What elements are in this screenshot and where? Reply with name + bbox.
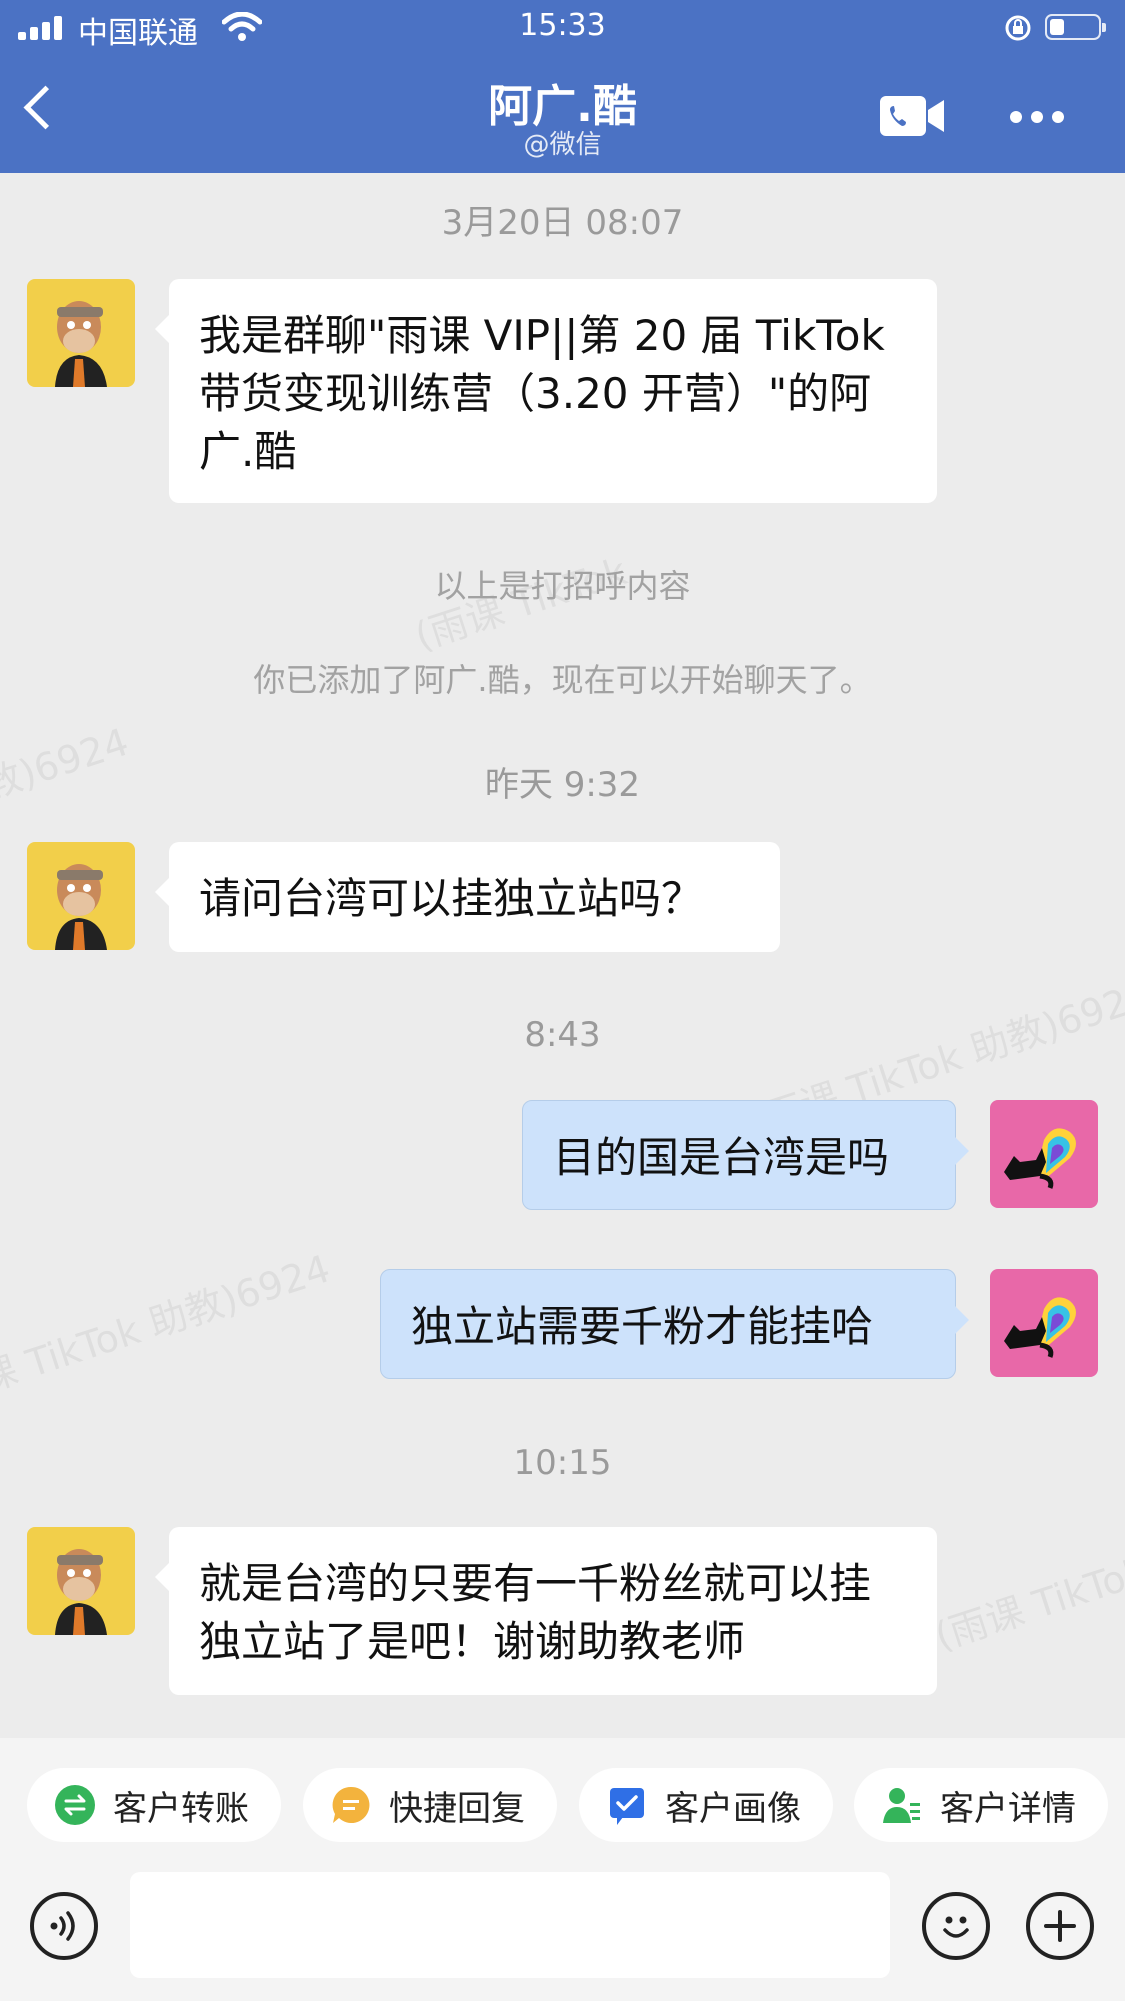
timestamp: 10:15 bbox=[513, 1443, 612, 1483]
avatar-contact[interactable] bbox=[27, 842, 135, 950]
transfer-icon bbox=[55, 1785, 95, 1825]
message-bubble-incoming[interactable]: 请问台湾可以挂独立站吗？ bbox=[155, 842, 780, 952]
orientation-lock-icon bbox=[1005, 15, 1031, 41]
chip-label: 客户详情 bbox=[940, 1788, 1076, 1829]
avatar-self[interactable] bbox=[990, 1100, 1098, 1208]
timestamp: 昨天 9:32 bbox=[484, 765, 641, 805]
quick-reply-icon bbox=[331, 1785, 371, 1825]
chip-label: 客户画像 bbox=[665, 1788, 801, 1829]
quick-actions-bar: 客户转账 快捷回复 客户画像 客户详情 bbox=[0, 1738, 1125, 1862]
customer-transfer-button[interactable]: 客户转账 bbox=[27, 1768, 281, 1842]
more-icon[interactable] bbox=[1010, 108, 1073, 127]
quick-reply-button[interactable]: 快捷回复 bbox=[303, 1768, 557, 1842]
avatar-self[interactable] bbox=[990, 1269, 1098, 1377]
timestamp: 3月20日 08:07 bbox=[441, 203, 684, 243]
message-bubble-incoming[interactable]: 就是台湾的只要有一千粉丝就可以挂独立站了是吧！谢谢助教老师 bbox=[155, 1527, 937, 1695]
message-bubble-outgoing[interactable]: 目的国是台湾是吗 bbox=[522, 1100, 969, 1210]
system-note: 你已添加了阿广.酷，现在可以开始聊天了。 bbox=[253, 661, 872, 699]
status-bar: 中国联通 15:33 bbox=[0, 0, 1125, 58]
customer-detail-icon bbox=[882, 1785, 922, 1825]
profile-check-icon bbox=[607, 1785, 647, 1825]
voice-icon[interactable] bbox=[30, 1892, 98, 1960]
ape-avatar-icon bbox=[27, 1527, 135, 1635]
avatar-contact[interactable] bbox=[27, 279, 135, 387]
chat-area[interactable]: (雨课 TikTok 教)6924 雨课助教 (雨课 TikTok 助教)692… bbox=[0, 173, 1125, 1738]
top-bar: 中国联通 15:33 阿广.酷 @微信 bbox=[0, 0, 1125, 173]
video-call-icon[interactable] bbox=[880, 96, 946, 136]
message-bubble-incoming[interactable]: 我是群聊"雨课 VIP||第 20 届 TikTok 带货变现训练营（3.20 … bbox=[155, 279, 937, 503]
battery-icon bbox=[1045, 14, 1106, 40]
ape-avatar-icon bbox=[27, 279, 135, 387]
message-input[interactable] bbox=[130, 1872, 890, 1978]
system-note: 以上是打招呼内容 bbox=[434, 567, 691, 605]
emoji-icon[interactable] bbox=[922, 1892, 990, 1960]
ape-avatar-icon bbox=[27, 842, 135, 950]
clock: 15:33 bbox=[519, 8, 606, 43]
customer-profile-button[interactable]: 客户画像 bbox=[579, 1768, 833, 1842]
cat-heart-avatar-icon bbox=[990, 1100, 1098, 1208]
customer-detail-button[interactable]: 客户详情 bbox=[854, 1768, 1108, 1842]
plus-icon[interactable] bbox=[1026, 1892, 1094, 1960]
chip-label: 快捷回复 bbox=[389, 1788, 525, 1829]
timestamp: 8:43 bbox=[524, 1015, 601, 1055]
chip-label: 客户转账 bbox=[113, 1788, 249, 1829]
page-subtitle: @微信 bbox=[523, 130, 602, 160]
avatar-contact[interactable] bbox=[27, 1527, 135, 1635]
cat-heart-avatar-icon bbox=[990, 1269, 1098, 1377]
input-bar bbox=[0, 1862, 1125, 2001]
watermark: (雨课 TikTok bbox=[929, 1548, 1125, 1659]
watermark: 课 TikTok 助教)6924 bbox=[0, 1246, 336, 1402]
message-bubble-outgoing[interactable]: 独立站需要千粉才能挂哈 bbox=[380, 1269, 969, 1379]
